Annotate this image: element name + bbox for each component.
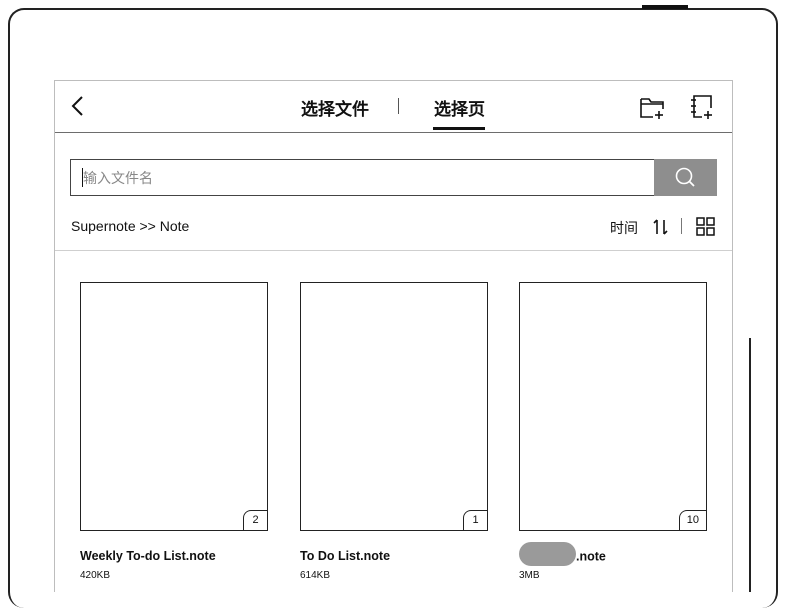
text-caret (82, 168, 83, 187)
page-count-badge: 2 (243, 510, 267, 530)
section-divider (55, 250, 732, 252)
new-note-button[interactable] (688, 93, 716, 121)
search-input[interactable] (70, 159, 654, 196)
search-icon (675, 167, 695, 187)
tab-select-page[interactable]: 选择页 (434, 95, 485, 120)
file-card[interactable]: 1 To Do List.note 614KB (300, 282, 488, 581)
top-bar: 选择文件 选择页 (55, 81, 732, 133)
page-count-badge: 10 (678, 510, 706, 530)
new-folder-icon (640, 98, 664, 119)
breadcrumb[interactable]: Supernote >> Note (71, 218, 189, 234)
view-mode-button[interactable] (696, 217, 715, 236)
search-bar (70, 159, 717, 196)
toolbar-divider (681, 218, 683, 234)
file-card[interactable]: 10 .note 3MB (519, 282, 707, 581)
device-indicator (642, 5, 688, 9)
page-count-badge: 1 (463, 510, 487, 530)
tab-divider (398, 98, 400, 114)
file-name: Weekly To-do List.note (80, 549, 216, 563)
tab-select-file[interactable]: 选择文件 (301, 95, 369, 120)
file-picker-dialog: 选择文件 选择页 输入文件名 Supernote >> Note 时间 2 We… (54, 80, 733, 592)
new-note-icon (691, 95, 712, 119)
sort-icon (653, 219, 668, 235)
file-size: 420KB (80, 570, 111, 581)
file-size: 3MB (519, 570, 540, 581)
file-name-row: .note (519, 542, 707, 566)
search-button[interactable] (654, 159, 717, 196)
sort-order-button[interactable] (652, 217, 670, 237)
scrollbar[interactable] (749, 338, 751, 592)
file-card[interactable]: 2 Weekly To-do List.note 420KB (80, 282, 268, 581)
back-button[interactable] (67, 93, 91, 119)
file-thumbnail[interactable]: 2 (80, 282, 268, 531)
sort-by-time-button[interactable]: 时间 (610, 218, 638, 238)
redacted-name-mask (519, 542, 576, 566)
file-name: To Do List.note (300, 549, 391, 563)
grid-view-icon (696, 217, 715, 236)
file-thumbnail[interactable]: 1 (300, 282, 488, 531)
file-size: 614KB (300, 570, 331, 581)
active-tab-indicator (433, 127, 485, 130)
file-thumbnail[interactable]: 10 (519, 282, 707, 531)
new-folder-button[interactable] (638, 93, 666, 121)
chevron-left-icon (71, 96, 83, 116)
file-name: .note (576, 549, 606, 564)
